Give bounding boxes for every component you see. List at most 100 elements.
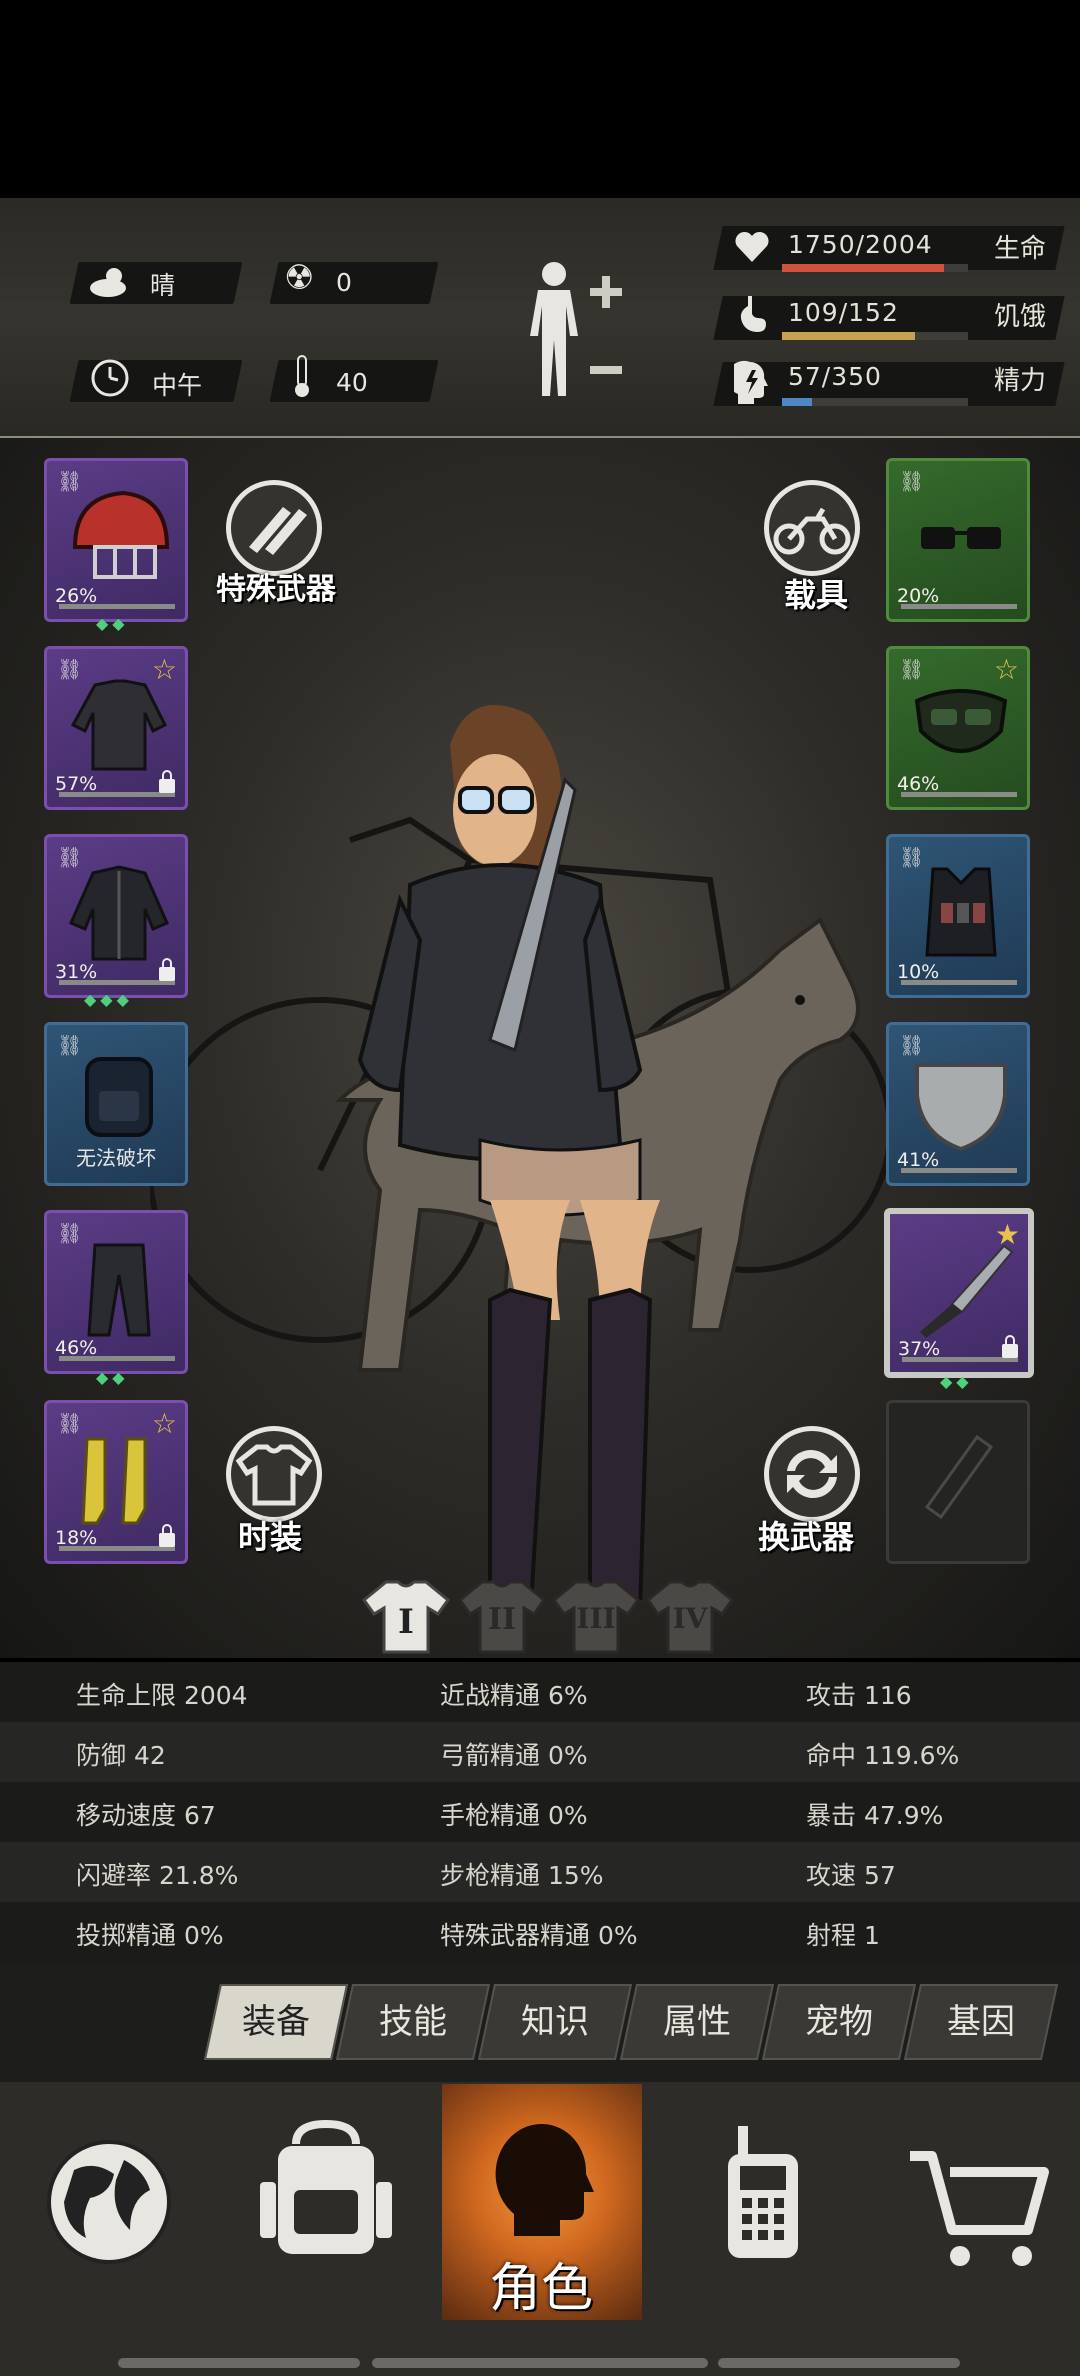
melee-weapon-slot[interactable]: ★ 37% [884,1208,1034,1378]
tab-attributes[interactable]: 属性 [619,1984,775,2060]
gem-sockets: ◆◆ [940,1372,973,1391]
lock-icon [1002,1335,1018,1358]
nav-shop[interactable] [886,2090,1076,2320]
outfit-tab-numeral: IV [672,1602,708,1635]
durability-bar [901,604,1017,609]
knife-icon [920,1244,1014,1338]
tactical-vest-icon [925,867,997,957]
cloud-sun-icon [90,268,126,297]
stats-row: 闪避率 21.8% 步枪精通 15% 攻速 57 [0,1842,1080,1902]
stat-cell: 射程 1 [806,1921,880,1950]
stats-row: 防御 42 弓箭精通 0% 命中 119.6% [0,1722,1080,1782]
special-weapon-label: 特殊武器 [216,572,336,607]
tab-genes[interactable]: 基因 [903,1984,1059,2060]
heart-icon [735,231,769,262]
health-value: 1750/2004 [788,230,933,259]
stats-row: 投掷精通 0% 特殊武器精通 0% 射程 1 [0,1902,1080,1962]
tab-skills[interactable]: 技能 [335,1984,491,2060]
time-text: 中午 [152,371,203,400]
stat-cell: 闪避率 21.8% [76,1861,239,1890]
unbreakable-text: 无法破坏 [76,1146,156,1170]
stat-cell: 近战精通 6% [440,1681,588,1710]
stats-row: 生命上限 2004 近战精通 6% 攻击 116 [0,1662,1080,1722]
lock-icon [159,770,175,793]
stat-cell: 防御 42 [76,1741,166,1770]
tab-knowledge[interactable]: 知识 [477,1984,633,2060]
radiation-icon: ☢ [284,258,315,298]
stat-cell: 步枪精通 15% [440,1861,604,1890]
lock-icon [159,958,175,981]
shield-icon [915,1063,1007,1151]
nav-backpack[interactable] [230,2090,420,2320]
backpack-icon [85,1057,153,1137]
gem-sockets: ◆◆◆ [84,990,133,1009]
nav-radio[interactable] [666,2090,856,2320]
outfit-tab-numeral: II [487,1602,517,1637]
vehicle-label: 载具 [784,576,849,614]
body-status-icon[interactable] [520,258,630,408]
tab-equipment[interactable]: 装备 [203,1984,349,2060]
shirt-icon [70,679,168,771]
pants-slot[interactable]: ⛓ 46% [44,1210,188,1374]
outfit-tab-numeral: I [398,1602,414,1642]
stomach-icon [740,296,766,332]
stat-cell: 攻击 116 [806,1681,912,1710]
durability-bar [59,604,175,609]
tab-pets[interactable]: 宠物 [761,1984,917,2060]
backpack-nav-icon [260,2119,392,2254]
outfit-tab-2[interactable]: II [457,1576,547,1656]
nav-character-label: 角色 [488,2259,593,2319]
swap-weapon-label: 换武器 [758,1518,855,1556]
outfit-tab-3[interactable]: III [551,1576,641,1656]
durability-bar [59,792,175,797]
vest-slot[interactable]: ⛓ 10% [886,834,1030,998]
energy-bar-fill [782,398,813,406]
energy-label: 精力 [994,366,1047,396]
tab-label: 基因 [947,2002,1015,2042]
stat-cell: 手枪精通 0% [440,1801,588,1830]
helmet-slot[interactable]: ⛓ 26% [44,458,188,622]
weather-text: 晴 [150,271,176,300]
special-weapon-button[interactable] [226,480,322,576]
outfit-tab-4[interactable]: IV [645,1576,735,1656]
outfit-tab-1[interactable]: I [361,1576,451,1656]
vehicle-button[interactable] [764,480,860,576]
jacket-slot[interactable]: ⛓ 31% [44,834,188,998]
nav-character[interactable]: 角色 [446,2090,636,2320]
swap-weapon-button[interactable] [764,1426,860,1522]
home-indicator [718,2358,960,2368]
home-indicator [118,2358,360,2368]
tab-label: 技能 [379,2002,447,2042]
backpack-slot[interactable]: ⛓ 无法破坏 [44,1022,188,1186]
stat-cell: 移动速度 67 [76,1801,216,1830]
lock-icon [159,1524,175,1547]
glasses-slot[interactable]: ⛓ 20% [886,458,1030,622]
stat-cell: 攻速 57 [806,1861,896,1890]
energy-value: 57/350 [788,362,882,391]
shield-slot[interactable]: ⛓ 41% [886,1022,1030,1186]
shirt-slot[interactable]: ⛓ ☆ 57% [44,646,188,810]
stat-cell: 弓箭精通 0% [440,1741,588,1770]
mask-slot[interactable]: ⛓ ☆ 46% [886,646,1030,810]
secondary-weapon-slot-empty[interactable] [886,1400,1030,1564]
nav-world-map[interactable] [14,2090,204,2320]
energy-bar [782,398,968,406]
boots-slot[interactable]: ⛓ ☆ 18% [44,1400,188,1564]
tab-label: 装备 [242,2002,310,2042]
shopping-cart-icon [910,2151,1049,2266]
health-bar [782,264,968,272]
walkie-talkie-icon [728,2126,798,2258]
hunger-bar [782,332,968,340]
durability-bar [901,980,1017,985]
globe-icon [47,2140,171,2264]
pants-icon [87,1243,151,1337]
stats-row: 移动速度 67 手枪精通 0% 暴击 47.9% [0,1782,1080,1842]
stat-cell: 命中 119.6% [806,1741,960,1770]
outfit-button[interactable] [226,1426,322,1522]
empty-weapon-icon [924,1434,994,1520]
outfit-tab-numeral: III [576,1602,616,1635]
swap-arrows-icon [787,1449,837,1499]
durability-bar [59,980,175,985]
health-label: 生命 [994,234,1047,264]
stat-cell: 特殊武器精通 0% [440,1921,638,1950]
